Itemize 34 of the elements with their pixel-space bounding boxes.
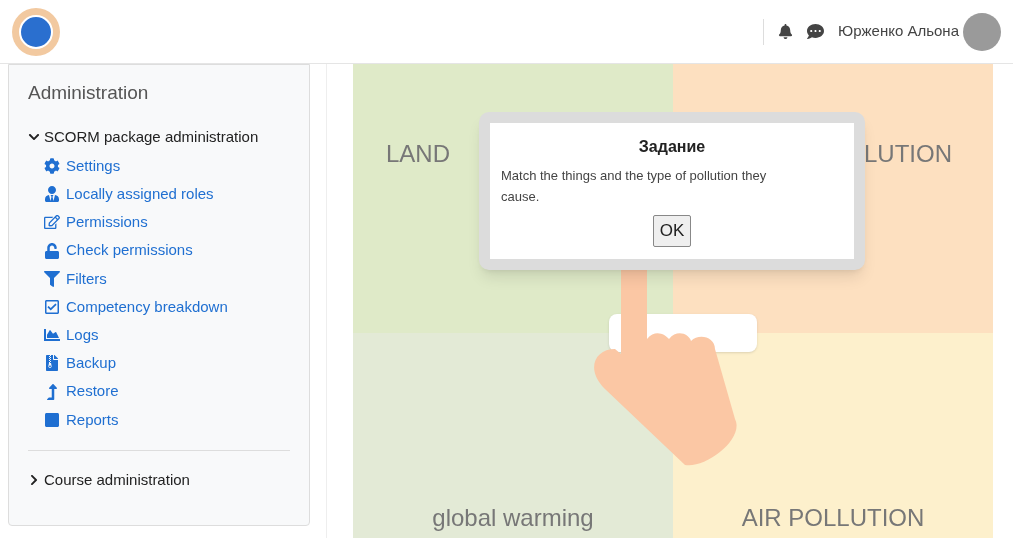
category-label: LUTION — [864, 139, 952, 169]
logo-icon[interactable] — [12, 7, 60, 56]
notifications-bell-icon[interactable] — [778, 24, 794, 39]
ok-button[interactable]: OK — [652, 215, 692, 247]
category-label: global warming — [432, 503, 594, 533]
menu-link[interactable]: Logs — [66, 323, 99, 347]
menu-link[interactable]: Settings — [66, 154, 121, 178]
edit-icon — [44, 214, 60, 231]
messages-icon[interactable] — [807, 23, 825, 40]
category-label: LAND — [386, 139, 450, 169]
dialog-message: Match the things and the type of pollution they cause. — [501, 167, 768, 206]
user-name[interactable]: Юрженко Альона — [838, 20, 959, 43]
menu-link[interactable]: Backup — [66, 352, 117, 375]
menu-link[interactable]: Locally assigned roles — [66, 183, 214, 206]
menu-link[interactable]: Permissions — [66, 211, 148, 234]
panel-title: Administration — [28, 81, 150, 105]
area-chart-icon — [44, 327, 60, 344]
menu-link[interactable]: Restore — [66, 380, 119, 403]
gear-icon — [44, 158, 60, 175]
menu-link[interactable]: Competency breakdown — [66, 295, 228, 319]
filter-icon — [44, 270, 60, 287]
category-label: AIR POLLUTION — [741, 503, 925, 533]
user-icon — [44, 186, 60, 203]
menu-link[interactable]: Reports — [66, 408, 119, 432]
dialog-title: Задание — [637, 137, 707, 157]
checkbox-icon — [44, 299, 60, 316]
section-toggle[interactable]: SCORM package administration — [28, 125, 290, 148]
menu-link[interactable]: Check permissions — [66, 239, 193, 262]
file-icon — [44, 355, 60, 372]
unlock-icon — [44, 242, 60, 259]
section-toggle[interactable]: Course administration — [28, 468, 290, 492]
avatar[interactable] — [963, 12, 1001, 51]
chevron-right-icon — [28, 474, 40, 487]
menu-link[interactable]: Filters — [66, 267, 107, 291]
